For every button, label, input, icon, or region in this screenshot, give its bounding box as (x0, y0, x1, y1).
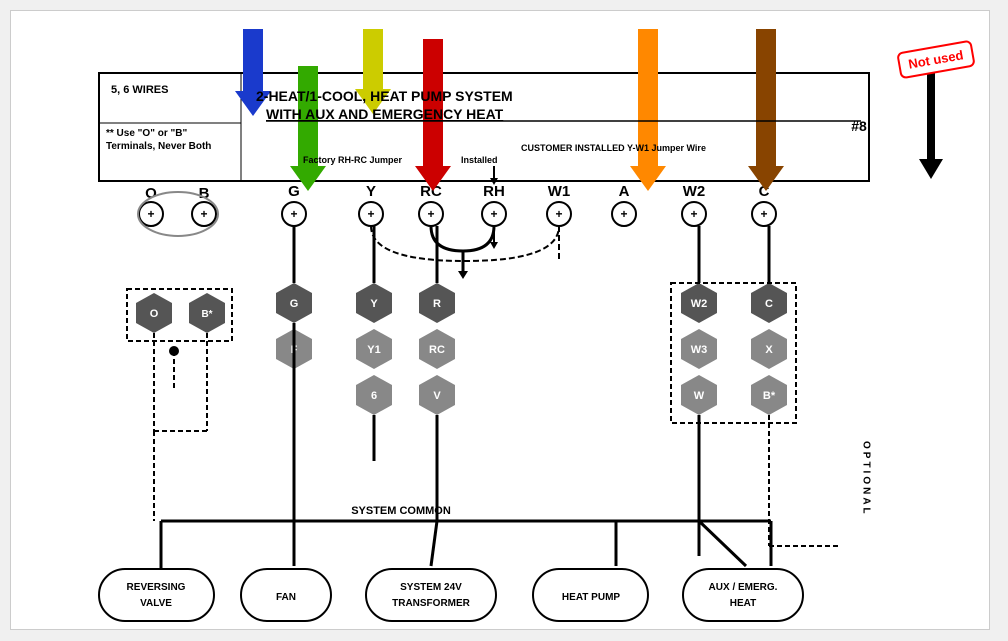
svg-text:+: + (290, 207, 297, 221)
svg-text:O: O (150, 308, 159, 320)
svg-text:RC: RC (429, 344, 445, 356)
wiring-diagram: + O + B + G + Y + RC + RH (11, 11, 989, 629)
svg-text:+: + (427, 207, 434, 221)
svg-text:+: + (200, 207, 207, 221)
svg-text:REVERSING: REVERSING (127, 582, 186, 593)
svg-text:VALVE: VALVE (140, 598, 172, 609)
svg-text:** Use "O" or "B": ** Use "O" or "B" (106, 128, 187, 139)
svg-text:HEAT: HEAT (730, 598, 756, 609)
svg-text:+: + (367, 207, 374, 221)
svg-text:TRANSFORMER: TRANSFORMER (392, 598, 471, 609)
svg-text:+: + (690, 207, 697, 221)
svg-text:B*: B* (201, 309, 212, 320)
svg-text:G: G (288, 183, 300, 200)
svg-text:V: V (433, 390, 441, 402)
svg-text:+: + (620, 207, 627, 221)
svg-text:2-HEAT/1-COOL, HEAT PUMP SYSTE: 2-HEAT/1-COOL, HEAT PUMP SYSTEM (256, 88, 513, 104)
svg-text:CUSTOMER INSTALLED Y-W1 Jumper: CUSTOMER INSTALLED Y-W1 Jumper Wire (521, 143, 706, 153)
svg-text:Factory RH-RC Jumper: Factory RH-RC Jumper (303, 155, 403, 165)
svg-text:B: B (199, 185, 210, 202)
svg-text:Y1: Y1 (367, 344, 380, 356)
svg-text:+: + (760, 207, 767, 221)
svg-text:A: A (619, 183, 630, 200)
svg-text:+: + (555, 207, 562, 221)
svg-text:G: G (290, 298, 299, 310)
svg-text:W1: W1 (548, 183, 571, 200)
svg-text:WITH AUX AND EMERGENCY HEAT: WITH AUX AND EMERGENCY HEAT (266, 106, 504, 122)
svg-text:C: C (759, 183, 770, 200)
svg-text:Terminals, Never Both: Terminals, Never Both (106, 141, 211, 152)
svg-text:F: F (291, 344, 298, 356)
not-used-text: Not used (907, 47, 964, 71)
svg-text:R: R (433, 298, 441, 310)
svg-text:C: C (765, 298, 773, 310)
svg-text:+: + (147, 207, 154, 221)
svg-text:W3: W3 (691, 344, 708, 356)
svg-text:SYSTEM COMMON: SYSTEM COMMON (351, 505, 451, 517)
svg-text:6: 6 (371, 390, 377, 402)
svg-text:X: X (765, 344, 773, 356)
svg-text:RH: RH (483, 183, 505, 200)
svg-text:W2: W2 (683, 183, 706, 200)
svg-text:Installed: Installed (461, 155, 498, 165)
diagram-area: + O + B + G + Y + RC + RH (11, 11, 989, 629)
svg-text:RC: RC (420, 183, 442, 200)
svg-text:#8: #8 (851, 118, 867, 134)
svg-text:AUX / EMERG.: AUX / EMERG. (709, 582, 778, 593)
svg-text:W2: W2 (691, 298, 708, 310)
svg-text:B*: B* (763, 390, 776, 402)
svg-text:OPTIONAL: OPTIONAL (861, 441, 872, 517)
svg-text:+: + (490, 207, 497, 221)
svg-text:5, 6 WIRES: 5, 6 WIRES (111, 84, 168, 96)
svg-text:FAN: FAN (276, 592, 296, 603)
main-container: + O + B + G + Y + RC + RH (10, 10, 990, 630)
svg-text:SYSTEM 24V: SYSTEM 24V (400, 582, 462, 593)
svg-text:O: O (145, 185, 157, 202)
svg-text:HEAT PUMP: HEAT PUMP (562, 592, 620, 603)
svg-text:Y: Y (366, 183, 376, 200)
not-used-badge: Not used (897, 40, 976, 80)
svg-text:W: W (694, 390, 705, 402)
svg-text:Y: Y (370, 298, 378, 310)
